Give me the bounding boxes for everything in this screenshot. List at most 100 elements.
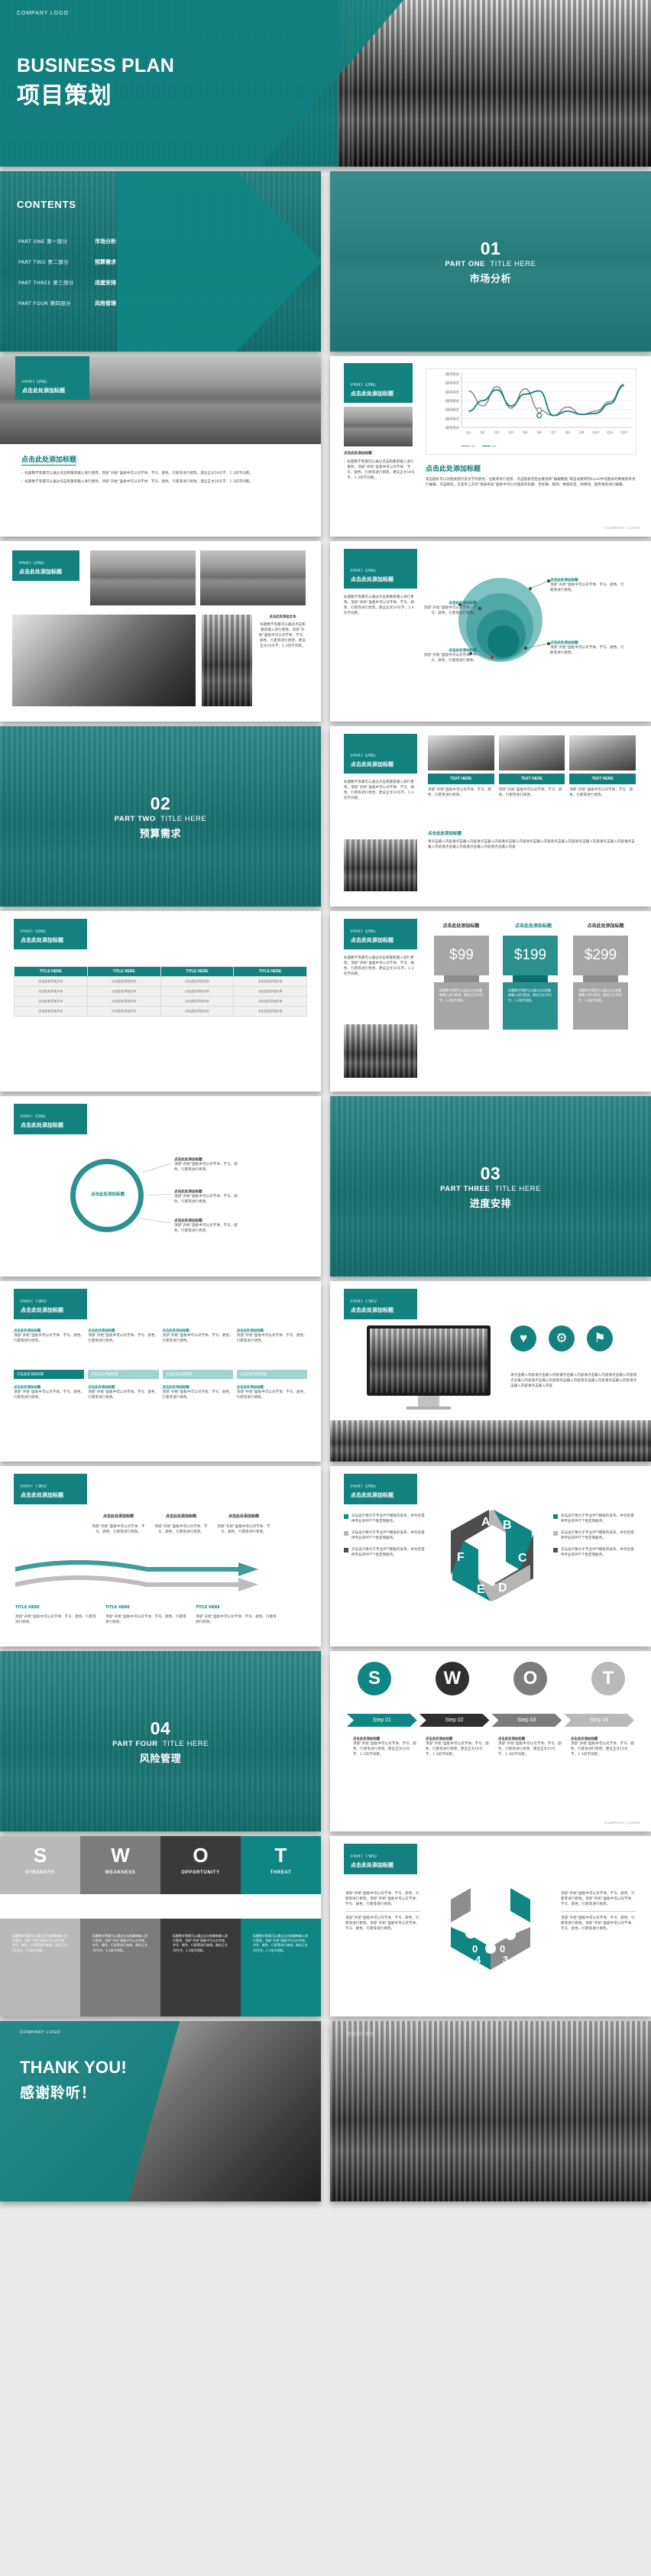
hex-legend-text: 天坛设计致力于专业PPT模板的发布，并为您提供专业的PPT个性定制服务。 — [561, 1548, 634, 1558]
swot-circle-t[interactable]: T — [591, 1662, 625, 1695]
svg-text:Q3: Q3 — [494, 430, 500, 434]
matrix-cell[interactable]: 点击此处添加标题 顶部“开始”面板中可以对字体、字号、颜色、行距等进行修改。 — [163, 1329, 233, 1344]
matrix-cell[interactable]: 点击此处添加标题 顶部“开始”面板中可以对字体、字号、颜色、行距等进行修改。 — [88, 1329, 158, 1344]
table-cell: 点击此处添加文本 — [86, 986, 161, 997]
chart-caption: 点击此处添加标题 双击图标可以对图表图示及文字的颜色、边框等进行选择，点击图表然… — [426, 463, 637, 488]
matrix-bar[interactable]: 点击此处添加标题 — [14, 1370, 85, 1379]
slide-end-photo[interactable]: 背景图片素材 — [330, 2021, 651, 2201]
matrix-bar[interactable]: 点击此处添加标题 — [162, 1370, 233, 1379]
divider-part: PART TWO — [114, 814, 156, 823]
slide-ribbon-flow[interactable]: PART TWO 点击此处添加标题 点击此处添加标题 点击此处添加标题 点击此处… — [0, 1466, 321, 1646]
pricing-card[interactable]: $99 标题数字等都可以通过点击和重新输入进行更改，建议正文10号字，1.3倍字… — [434, 936, 489, 1030]
divider-number: 01 — [480, 238, 501, 258]
presentation-deck: COMPANY LOGO BUSINESS PLAN 项目策划 CONTENTS… — [0, 0, 651, 2212]
grid-photo — [200, 550, 306, 605]
slide-swot-steps[interactable]: S W O T Step 01 Step 02 Step 03 Step 04 … — [330, 1651, 651, 1831]
toc-item[interactable]: PART TWO 第二部分 预算需求 — [18, 258, 240, 266]
step-chevron[interactable]: Step 03 — [492, 1714, 562, 1727]
pricing-card-featured[interactable]: $199 标题数字等都可以通过点击和重新输入进行更改，建议正文10号字，1.3倍… — [503, 936, 558, 1030]
slide-cover[interactable]: COMPANY LOGO BUSINESS PLAN 项目策划 — [0, 0, 651, 167]
swot-circle-s[interactable]: S — [358, 1662, 391, 1695]
matrix-bar[interactable]: 点击此处添加标题 — [88, 1370, 159, 1379]
part-label-zh: 点击此处添加标题 — [351, 391, 394, 397]
slide-hexagon[interactable]: PART ONE 点击此处添加标题 天坛设计致力于专业PPT模板的发布，并为您提… — [330, 1466, 651, 1646]
slide-matrix-cards[interactable]: PART TWO 点击此处添加标题 点击此处添加标题 顶部“开始”面板中可以对字体… — [0, 1281, 321, 1462]
svg-text:/通用格式: /通用格式 — [445, 371, 460, 377]
table-row[interactable]: 点击此处添加文本 点击此处添加文本 点击此处添加文本 点击此处添加文本 — [14, 1006, 307, 1017]
card-label[interactable]: TEXT HERE — [569, 774, 636, 784]
slide-monitor-icons[interactable]: PART TWO 点击此处添加标题 ♥ ⚙ ⚑ 请点击输入内容请点击输入内容请点… — [330, 1281, 651, 1462]
step-caption: 点击此处添加标题 顶部“开始”面板中可以对字体、字号、颜色、行距等进行修改。建议正… — [571, 1737, 634, 1757]
slide-puzzle-hexagon[interactable]: PART TWO 点击此处添加标题 顶部“开始”面板中可以对字体、字号、颜色、行… — [330, 1836, 651, 2016]
table-cell: 点击此处添加文本 — [160, 996, 235, 1007]
pricing-card[interactable]: $299 标题数字等都可以通过点击和重新输入进行更改，建议正文10号字，1.3倍… — [573, 936, 628, 1030]
table-row[interactable]: 点击此处添加文本 点击此处添加文本 点击此处添加文本 点击此处添加文本 — [14, 996, 307, 1007]
toc-item[interactable]: PART THREE 第三部分 进度安排 — [18, 278, 240, 287]
data-table-wrap[interactable]: TITLE HERE TITLE HERE TITLE HERE TITLE H… — [14, 966, 307, 1017]
slide-pricing[interactable]: PART ONE 点击此处添加标题 标题数字等都可以通过点击和重新输入进行更改，… — [330, 911, 651, 1092]
pricing-desc: 标题数字等都可以通过点击和重新输入进行更改，建议正文10号字，1.3倍字间距。 — [503, 982, 558, 1030]
toc-item[interactable]: PART FOUR 第四部分 风险管理 — [18, 299, 240, 307]
line-chart-svg: /通用格式/通用格式/通用格式/通用格式/通用格式/通用格式/通用格式 Q1 Q2… — [445, 371, 634, 434]
part-label-zh: 点击此处添加标题 — [22, 388, 65, 394]
slide-text-here-cards[interactable]: PART ONE 点击此处添加标题 标题数字等都可以通过点击和重新输入进行更改，… — [330, 726, 651, 907]
monitor-base — [406, 1406, 451, 1410]
slide-photo-bullets[interactable]: PART ONE 点击此处添加标题 点击此处添加标题 ▪ 标题数字等都可以通过点击… — [0, 356, 321, 537]
matrix-cell[interactable]: 点击此处添加标题 顶部“开始”面板中可以对字体、字号、颜色、行距等进行修改。 — [88, 1385, 158, 1400]
table-row[interactable]: 点击此处添加文本 点击此处添加文本 点击此处添加文本 点击此处添加文本 — [14, 976, 307, 987]
step-chevron[interactable]: Step 02 — [419, 1714, 490, 1727]
divider-number: 03 — [480, 1163, 501, 1183]
slide-swot-grid[interactable]: S STRENGTH W WEAKNESS O OPPORTUNITY T TH… — [0, 1836, 321, 2016]
slide-ring-diagram[interactable]: PART ONE 点击此处添加标题 点击此处添加标题 点击此处添加标题 顶部“开… — [0, 1096, 321, 1277]
gear-icon[interactable]: ⚙ — [549, 1325, 575, 1351]
part-label-box: PART TWO 点击此处添加标题 — [14, 1289, 87, 1319]
part-label-box: PART ONE 点击此处添加标题 — [344, 919, 417, 949]
matrix-cell[interactable]: 点击此处添加标题 顶部“开始”面板中可以对字体、字号、颜色、行距等进行修改。 — [237, 1329, 307, 1344]
heart-icon[interactable]: ♥ — [510, 1325, 536, 1351]
swot-body: 标题数字等都可以通过点击和重新输入进行更改，顶部“开始”面板中可以对字体、字号、… — [92, 1934, 148, 1952]
table-cell: 点击此处添加文本 — [160, 1006, 235, 1017]
slide-contents[interactable]: CONTENTS PART ONE 第一部分 市场分析 PART TWO 第二部… — [0, 171, 321, 352]
svg-text:1: 1 — [475, 1919, 481, 1930]
chart-container[interactable]: /通用格式/通用格式/通用格式/通用格式/通用格式/通用格式/通用格式 Q1 Q2… — [426, 368, 636, 455]
swot-circle-w[interactable]: W — [436, 1662, 469, 1695]
deck-row-11: S STRENGTH W WEAKNESS O OPPORTUNITY T TH… — [0, 1836, 651, 2021]
toc-item[interactable]: PART ONE 第一部分 市场分析 — [18, 237, 240, 245]
table-row[interactable]: 点击此处添加文本 点击此处添加文本 点击此处添加文本 点击此处添加文本 — [14, 986, 307, 997]
slide-thank-you[interactable]: COMPANY LOGO THANK YOU! 感谢聆听！ — [0, 2021, 321, 2201]
bullet-item: ▪ 标题数字等都可以通过点击和重新输入进行更改，顶部“开始”面板中可以对字体、字号… — [21, 479, 253, 485]
card-photo — [498, 735, 565, 771]
swot-circle-o[interactable]: O — [513, 1662, 547, 1695]
flag-icon[interactable]: ⚑ — [587, 1325, 613, 1351]
pricing-header: 点击此处添加标题 — [587, 923, 624, 929]
chart-caption-body: 双击图标可以对图表图示及文字的颜色、边框等进行选择，点击图表然后右键选择“编辑数… — [426, 478, 636, 488]
matrix-cell[interactable]: 点击此处添加标题 顶部“开始”面板中可以对字体、字号、颜色、行距等进行修改。 — [163, 1385, 233, 1400]
card-label[interactable]: TEXT HERE — [498, 774, 565, 784]
bottom-caption-body: 请点击输入内容请点击输入内容请点击输入内容请点击输入内容请点击输入内容请点击输入… — [428, 840, 635, 850]
slide-divider-03[interactable]: 03 PART THREE TITLE HERE 进度安排 — [330, 1096, 651, 1277]
svg-text:/通用格式: /通用格式 — [445, 389, 460, 394]
slide-divider-01[interactable]: 01 PART ONE TITLE HERE 市场分析 — [330, 171, 651, 352]
matrix-body: 顶部“开始”面板中可以对字体、字号、颜色、行距等进行修改。 — [88, 1334, 159, 1344]
matrix-bar[interactable]: 点击此处添加标题 — [236, 1370, 307, 1379]
svg-text:Q10: Q10 — [592, 430, 599, 434]
divider-title-en: TITLE HERE — [490, 259, 536, 268]
table-header-cell: TITLE HERE — [14, 966, 88, 977]
deck-row-12: COMPANY LOGO THANK YOU! 感谢聆听！ 背景图片素材 — [0, 2021, 651, 2206]
card-label[interactable]: TEXT HERE — [428, 774, 494, 784]
slide-divider-02[interactable]: 02 PART TWO TITLE HERE 预算需求 — [0, 726, 321, 907]
slide-divider-04[interactable]: 04 PART FOUR TITLE HERE 风险管理 — [0, 1651, 321, 1831]
matrix-cell[interactable]: 点击此处添加标题 顶部“开始”面板中可以对字体、字号、颜色、行距等进行修改。 — [14, 1329, 84, 1344]
step-chevron[interactable]: Step 01 — [347, 1714, 417, 1727]
matrix-cell[interactable]: 点击此处添加标题 顶部“开始”面板中可以对字体、字号、颜色、行距等进行修改。 — [237, 1385, 307, 1400]
matrix-body: 顶部“开始”面板中可以对字体、字号、颜色、行距等进行修改。 — [88, 1390, 159, 1400]
slide-image-grid[interactable]: PART ONE 点击此处添加标题 点击此处添加文本 标题数字等都可以通过点击和… — [0, 541, 321, 722]
matrix-cell[interactable]: 点击此处添加标题 顶部“开始”面板中可以对字体、字号、颜色、行距等进行修改。 — [14, 1385, 84, 1400]
step-chevron[interactable]: Step 04 — [564, 1714, 634, 1727]
cover-photo-band — [351, 0, 651, 167]
data-table[interactable]: TITLE HERE TITLE HERE TITLE HERE TITLE H… — [14, 966, 307, 1017]
hex-legend-right: 天坛设计致力于专业PPT模板的发布，并为您提供专业的PPT个性定制服务。 天坛设… — [553, 1513, 637, 1558]
slide-line-chart[interactable]: PART ONE 点击此处添加标题 点击此处添加标题 ▪ 标题数字等都可以通过点击… — [330, 356, 651, 537]
slide-table[interactable]: PART ONE 点击此处添加标题 TITLE HERE TITLE HERE … — [0, 911, 321, 1092]
slide-concentric-circles[interactable]: PART ONE 点击此处添加标题 标题数字等都可以通过点击和重新输入进行更改，… — [330, 541, 651, 722]
